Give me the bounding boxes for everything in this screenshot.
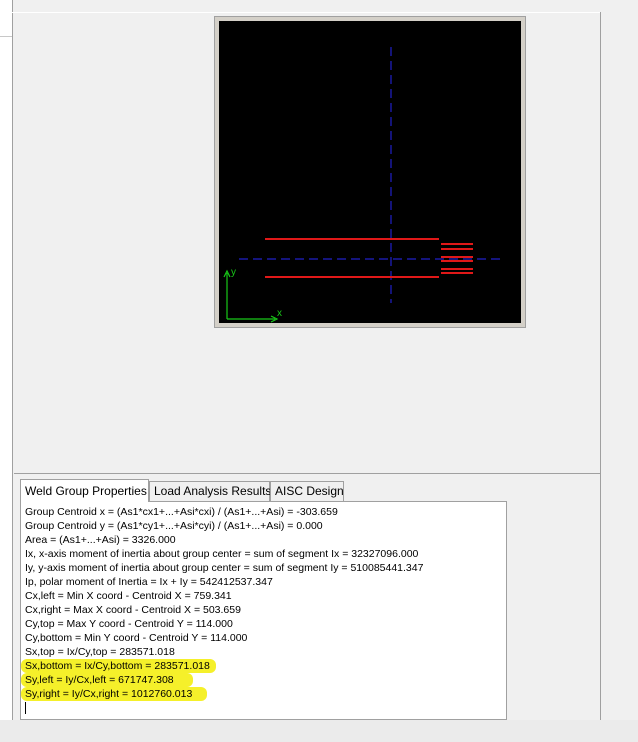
text-caret	[25, 702, 26, 714]
property-line: Cx,left = Min X coord - Centroid X = 759…	[25, 590, 232, 602]
weld-group-viewport: x y	[214, 16, 526, 328]
property-line-highlighted: Sy,right = Iy/Cx,right = 1012760.013	[21, 687, 506, 701]
property-line: Sx,top = Ix/Cy,top = 283571.018	[25, 646, 175, 658]
property-line: Ip, polar moment of Inertia = Ix + Iy = …	[25, 576, 273, 588]
tab-weld-group-properties[interactable]: Weld Group Properties	[20, 479, 149, 502]
property-line: Group Centroid x = (As1*cx1+...+Asi*cxi)…	[25, 506, 338, 518]
results-panel: Weld Group Properties Load Analysis Resu…	[14, 474, 600, 724]
property-line: Area = (As1+...+Asi) = 3326.000	[25, 534, 176, 546]
weld-drawing: x y	[223, 47, 501, 323]
property-line-highlighted: Sx,bottom = Ix/Cy,bottom = 283571.018	[21, 659, 506, 673]
property-line: Cy,bottom = Min Y coord - Centroid Y = 1…	[25, 632, 248, 644]
property-line: Cx,right = Max X coord - Centroid X = 50…	[25, 604, 241, 616]
left-pane-edge	[0, 0, 13, 742]
ucs-y-label: y	[231, 267, 236, 278]
property-line: Ix, x-axis moment of inertia about group…	[25, 548, 419, 560]
top-border	[12, 12, 600, 13]
bottom-border	[0, 720, 638, 742]
property-line: Iy, y-axis moment of inertia about group…	[25, 562, 424, 574]
property-line: Group Centroid y = (As1*cy1+...+Asi*cyi)…	[25, 520, 323, 532]
property-line-highlighted: Sy,left = Iy/Cx,left = 671747.308	[21, 673, 506, 687]
ucs-x-label: x	[277, 308, 282, 319]
ucs-icon: x y	[223, 267, 282, 323]
tab-load-analysis-results[interactable]: Load Analysis Results	[149, 481, 271, 501]
tab-aisc-design[interactable]: AISC Design	[270, 481, 344, 501]
properties-text-area[interactable]: Group Centroid x = (As1*cx1+...+Asi*cxi)…	[20, 501, 507, 720]
window-right-border	[600, 12, 601, 720]
property-line: Cy,top = Max Y coord - Centroid Y = 114.…	[25, 618, 233, 630]
drawing-canvas[interactable]: x y	[219, 21, 521, 323]
